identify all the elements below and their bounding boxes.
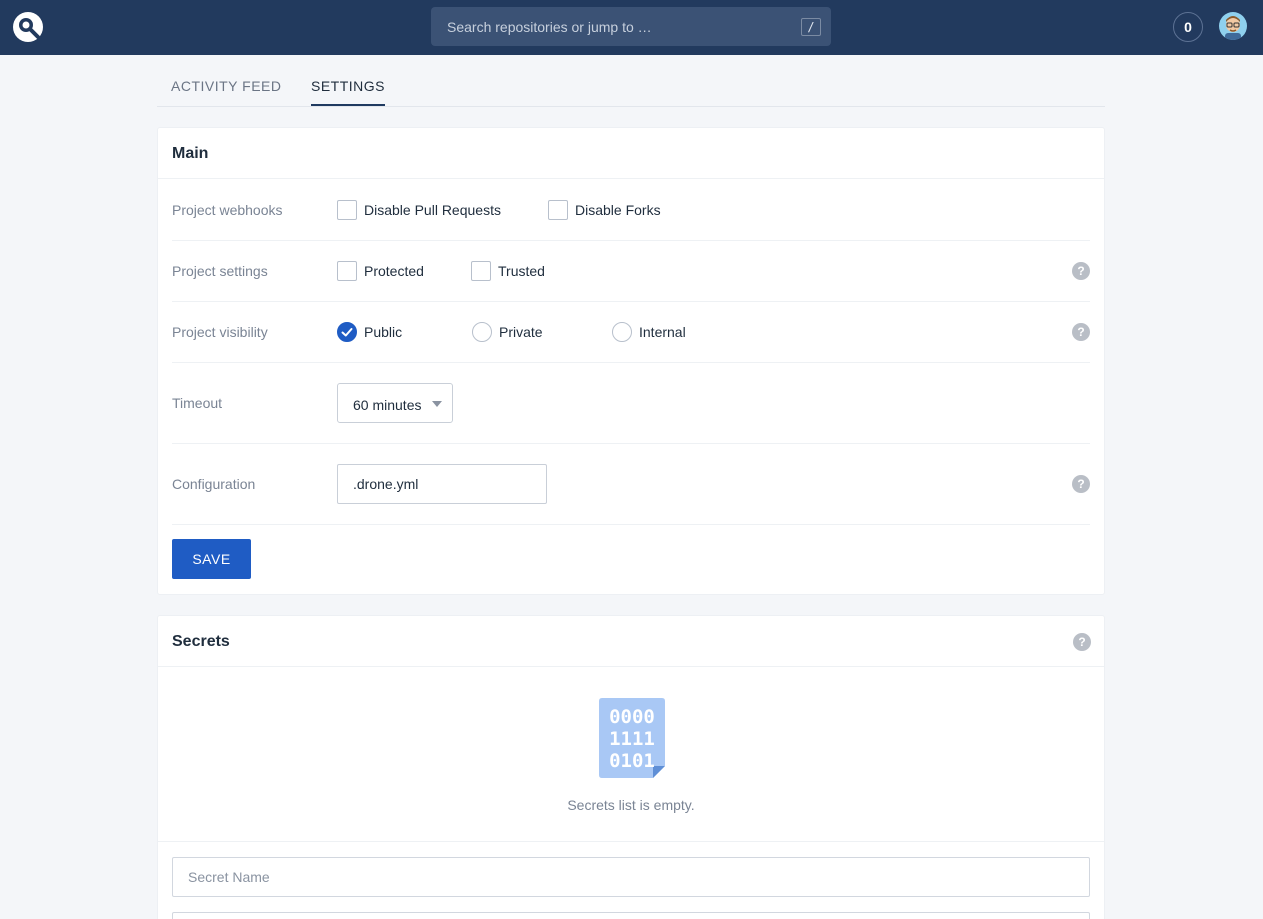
active-tab-indicator [311, 104, 385, 106]
avatar[interactable] [1219, 12, 1247, 40]
disable-forks-checkbox[interactable]: Disable Forks [548, 200, 678, 220]
row-project-webhooks: Project webhooks Disable Pull Requests D… [172, 179, 1090, 241]
checkbox-box[interactable] [337, 261, 357, 281]
check-icon [341, 328, 353, 337]
secrets-empty-message: Secrets list is empty. [567, 797, 695, 813]
help-icon[interactable]: ? [1073, 633, 1091, 651]
checkbox-box[interactable] [337, 200, 357, 220]
row-configuration: Configuration .drone.yml ? [172, 444, 1090, 525]
main-settings-card: Main Project webhooks Disable Pull Reque… [157, 127, 1105, 595]
visibility-internal-radio[interactable]: Internal [612, 322, 702, 342]
disable-pull-requests-label: Disable Pull Requests [364, 202, 501, 218]
icon-binary-row: 1111 [609, 728, 655, 750]
checkbox-box[interactable] [471, 261, 491, 281]
tab-activity-feed[interactable]: ACTIVITY FEED [171, 78, 281, 94]
secrets-card-title: Secrets [172, 633, 230, 650]
save-button[interactable]: SAVE [172, 539, 251, 579]
protected-label: Protected [364, 263, 424, 279]
secrets-card: Secrets ? 0000 1111 0101 Secrets list is… [157, 615, 1105, 919]
secret-value-input[interactable] [172, 912, 1090, 919]
trusted-checkbox[interactable]: Trusted [471, 261, 571, 281]
tab-settings[interactable]: SETTINGS [311, 78, 385, 94]
public-label: Public [364, 324, 403, 340]
timeout-label: Timeout [172, 395, 223, 411]
row-timeout: Timeout 60 minutes [172, 363, 1090, 444]
radio-button[interactable] [612, 322, 632, 342]
timeout-select[interactable]: 60 minutes [337, 383, 453, 423]
help-icon[interactable]: ? [1072, 323, 1090, 341]
radio-button[interactable] [472, 322, 492, 342]
drone-logo-icon[interactable] [12, 11, 44, 43]
protected-checkbox[interactable]: Protected [337, 261, 437, 281]
build-count-badge[interactable]: 0 [1173, 12, 1203, 42]
visibility-private-radio[interactable]: Private [472, 322, 562, 342]
checkbox-box[interactable] [548, 200, 568, 220]
trusted-label: Trusted [498, 263, 545, 279]
main-card-title: Main [172, 145, 209, 162]
timeout-value: 60 minutes [353, 397, 422, 413]
caret-down-icon [432, 401, 442, 407]
binary-file-icon: 0000 1111 0101 [599, 698, 665, 778]
help-icon[interactable]: ? [1072, 262, 1090, 280]
row-project-settings: Project settings Protected Trusted ? [172, 241, 1090, 302]
visibility-public-radio[interactable]: Public [337, 322, 427, 342]
divider [158, 841, 1104, 842]
radio-button[interactable] [337, 322, 357, 342]
configuration-label: Configuration [172, 476, 256, 492]
icon-binary-row: 0000 [609, 706, 655, 728]
internal-label: Internal [639, 324, 686, 340]
search-input[interactable]: Search repositories or jump to … / [431, 7, 831, 46]
visibility-label: Project visibility [172, 324, 268, 340]
help-icon[interactable]: ? [1072, 475, 1090, 493]
webhooks-label: Project webhooks [172, 202, 283, 218]
secret-name-input[interactable]: Secret Name [172, 857, 1090, 897]
icon-binary-row: 0101 [609, 750, 655, 772]
disable-pull-requests-checkbox[interactable]: Disable Pull Requests [337, 200, 507, 220]
row-project-visibility: Project visibility Public Private Intern… [172, 302, 1090, 363]
search-shortcut-key: / [801, 18, 821, 36]
search-placeholder: Search repositories or jump to … [447, 19, 652, 35]
divider [158, 666, 1104, 667]
tab-bar: ACTIVITY FEED SETTINGS [157, 56, 1105, 107]
top-bar: Search repositories or jump to … / 0 [0, 0, 1263, 55]
project-settings-label: Project settings [172, 263, 268, 279]
disable-forks-label: Disable Forks [575, 202, 661, 218]
private-label: Private [499, 324, 543, 340]
configuration-input[interactable]: .drone.yml [337, 464, 547, 504]
